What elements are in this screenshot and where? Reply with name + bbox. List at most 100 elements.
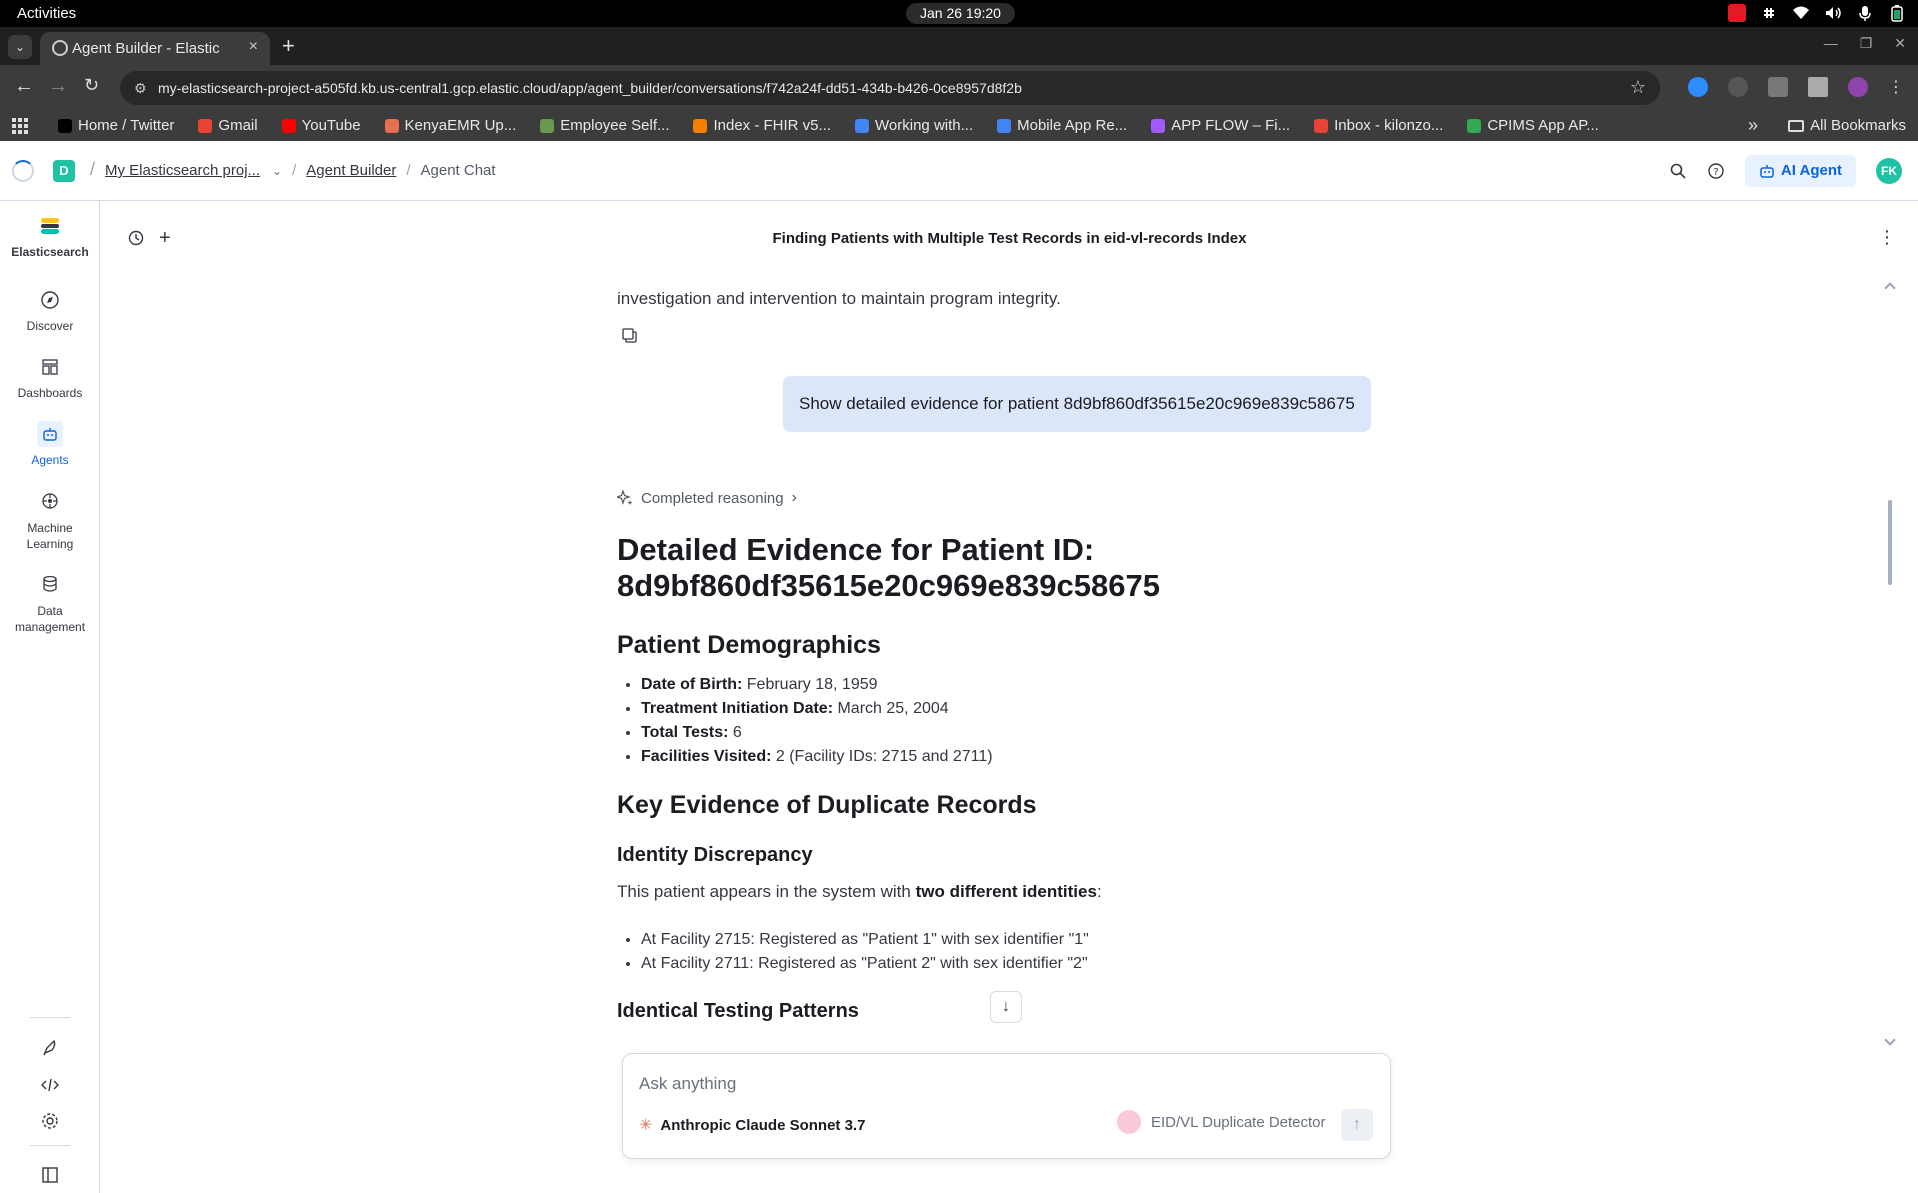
loading-spinner-icon — [12, 160, 34, 182]
browser-toolbar: ← → ↻ ⚙ my-elasticsearch-project-a505fd.… — [0, 65, 1918, 111]
model-selector[interactable]: ✳ Anthropic Claude Sonnet 3.7 — [639, 1115, 865, 1135]
collapse-nav-icon[interactable] — [38, 1163, 62, 1187]
space-avatar[interactable]: D — [53, 160, 75, 182]
rocket-icon[interactable] — [38, 1037, 62, 1061]
bookmark-item[interactable]: Working with... — [855, 117, 973, 134]
gear-icon[interactable] — [38, 1109, 62, 1133]
battery-icon[interactable] — [1888, 4, 1906, 22]
new-tab-plus-icon[interactable]: + — [282, 33, 295, 59]
nav-item-machine-learning[interactable]: Machine Learning — [0, 488, 100, 552]
close-tab-icon[interactable]: × — [249, 38, 258, 56]
tab-title: Agent Builder - Elastic — [72, 40, 220, 57]
nav-brand-elasticsearch[interactable]: Elasticsearch — [0, 213, 100, 259]
content-fade — [617, 1023, 1397, 1046]
zoom-extension-icon[interactable] — [1688, 77, 1708, 97]
identity-list: At Facility 2715: Registered as "Patient… — [641, 928, 1089, 976]
browser-tab-agent-builder[interactable]: Agent Builder - Elastic × — [40, 32, 270, 65]
copy-icon[interactable] — [621, 327, 639, 345]
ask-input[interactable] — [639, 1070, 1339, 1098]
slack-icon[interactable] — [1760, 4, 1778, 22]
demographics-list: Date of Birth: February 18, 1959 Treatme… — [641, 673, 993, 769]
more-bookmarks-icon[interactable]: » — [1748, 115, 1758, 136]
bookmark-item[interactable]: CPIMS App AP... — [1467, 117, 1599, 134]
bookmark-label: Index - FHIR v5... — [713, 117, 832, 134]
bookmark-item[interactable]: Index - FHIR v5... — [693, 117, 831, 134]
clock[interactable]: Jan 26 19:20 — [906, 3, 1015, 24]
bookmark-label: Gmail — [218, 117, 258, 134]
bookmark-item[interactable]: Home / Twitter — [58, 117, 174, 134]
breadcrumb-project[interactable]: My Elasticsearch proj... — [105, 162, 260, 179]
apps-grid-icon[interactable] — [12, 118, 28, 134]
reload-icon[interactable]: ↻ — [84, 75, 99, 96]
bookmark-item[interactable]: Inbox - kilonzo... — [1314, 117, 1443, 134]
bookmark-item[interactable]: Mobile App Re... — [997, 117, 1127, 134]
restore-window-icon[interactable]: ❐ — [1860, 35, 1873, 52]
breadcrumb-agent-builder[interactable]: Agent Builder — [306, 162, 396, 179]
code-icon[interactable] — [38, 1073, 62, 1097]
activities-button[interactable]: Activities — [17, 5, 76, 22]
reasoning-label: Completed reasoning — [641, 489, 784, 507]
list-item: At Facility 2711: Registered as "Patient… — [641, 952, 1089, 976]
agent-label: EID/VL Duplicate Detector — [1151, 1113, 1326, 1131]
breadcrumb-slash: / — [90, 159, 96, 179]
bookmark-item[interactable]: APP FLOW – Fi... — [1151, 117, 1290, 134]
chevron-down-icon[interactable]: ⌄ — [272, 164, 282, 178]
screen-record-icon[interactable] — [1728, 4, 1746, 22]
list-item: At Facility 2715: Registered as "Patient… — [641, 928, 1089, 952]
wifi-icon[interactable] — [1792, 4, 1810, 22]
all-bookmarks-button[interactable]: All Bookmarks — [1788, 117, 1906, 134]
nav-item-data-management[interactable]: Data management — [0, 571, 100, 635]
back-arrow-icon[interactable]: ← — [14, 75, 34, 98]
more-options-icon[interactable]: ⋮ — [1878, 227, 1896, 248]
bookmark-star-icon[interactable]: ☆ — [1630, 77, 1646, 98]
bookmark-favicon-icon — [281, 118, 296, 133]
nav-item-dashboards[interactable]: Dashboards — [0, 354, 100, 400]
chat-composer: ✳ Anthropic Claude Sonnet 3.7 EID/VL Dup… — [622, 1053, 1391, 1159]
user-avatar[interactable]: FK — [1876, 158, 1902, 184]
bookmark-item[interactable]: Employee Self... — [540, 117, 669, 134]
profile-avatar-icon[interactable] — [1848, 77, 1868, 97]
completed-reasoning-toggle[interactable]: Completed reasoning › — [617, 489, 797, 507]
bookmarks-list: Home / Twitter Gmail YouTube KenyaEMR Up...… — [58, 117, 1599, 134]
ml-icon — [42, 493, 58, 509]
nav-divider — [30, 1017, 70, 1018]
send-button[interactable]: ↑ — [1341, 1109, 1373, 1141]
nav-item-agents[interactable]: Agents — [0, 421, 100, 467]
extension-icon[interactable] — [1728, 77, 1748, 97]
address-bar[interactable]: ⚙ my-elasticsearch-project-a505fd.kb.us-… — [120, 71, 1660, 105]
agent-avatar-icon — [1117, 1110, 1141, 1134]
puzzle-extensions-icon[interactable] — [1768, 77, 1788, 97]
agent-selector[interactable]: EID/VL Duplicate Detector — [1117, 1110, 1326, 1134]
tab-search-chevron-icon[interactable]: ⌄ — [8, 35, 32, 59]
nav-divider — [30, 1145, 70, 1146]
bookmark-favicon-icon — [855, 118, 870, 133]
volume-icon[interactable] — [1824, 4, 1842, 22]
system-tray[interactable] — [1728, 4, 1906, 22]
chat-messages[interactable]: investigation and intervention to mainta… — [617, 279, 1397, 1046]
forward-arrow-icon[interactable]: → — [48, 75, 68, 98]
help-icon[interactable]: ? — [1707, 162, 1725, 180]
scroll-up-arrow-icon[interactable] — [1884, 282, 1896, 294]
ai-agent-button[interactable]: AI Agent — [1744, 155, 1856, 187]
identity-discrepancy-heading: Identity Discrepancy — [617, 844, 813, 866]
microphone-icon[interactable] — [1856, 4, 1874, 22]
browser-menu-icon[interactable]: ⋮ — [1888, 77, 1904, 97]
nav-label: Machine Learning — [26, 521, 74, 551]
nav-item-discover[interactable]: Discover — [0, 287, 100, 333]
scroll-to-bottom-button[interactable]: ↓ — [990, 991, 1022, 1023]
bookmark-item[interactable]: Gmail — [198, 117, 258, 134]
close-window-icon[interactable]: ✕ — [1894, 35, 1906, 52]
scrollbar-thumb[interactable] — [1888, 500, 1892, 585]
search-icon[interactable] — [1669, 162, 1687, 180]
minimize-window-icon[interactable]: — — [1824, 35, 1838, 52]
side-navigation: Elasticsearch Discover Dashboards Agents… — [0, 201, 100, 1193]
download-icon[interactable] — [1808, 77, 1828, 97]
url-text[interactable]: my-elasticsearch-project-a505fd.kb.us-ce… — [158, 80, 1022, 96]
site-settings-icon[interactable]: ⚙ — [134, 80, 147, 97]
bookmark-item[interactable]: YouTube — [281, 117, 361, 134]
scroll-down-arrow-icon[interactable] — [1884, 1034, 1896, 1046]
nav-label: Agents — [31, 453, 69, 467]
breadcrumb-separator: / — [406, 162, 411, 179]
bookmark-label: CPIMS App AP... — [1487, 117, 1599, 134]
bookmark-item[interactable]: KenyaEMR Up... — [384, 117, 516, 134]
